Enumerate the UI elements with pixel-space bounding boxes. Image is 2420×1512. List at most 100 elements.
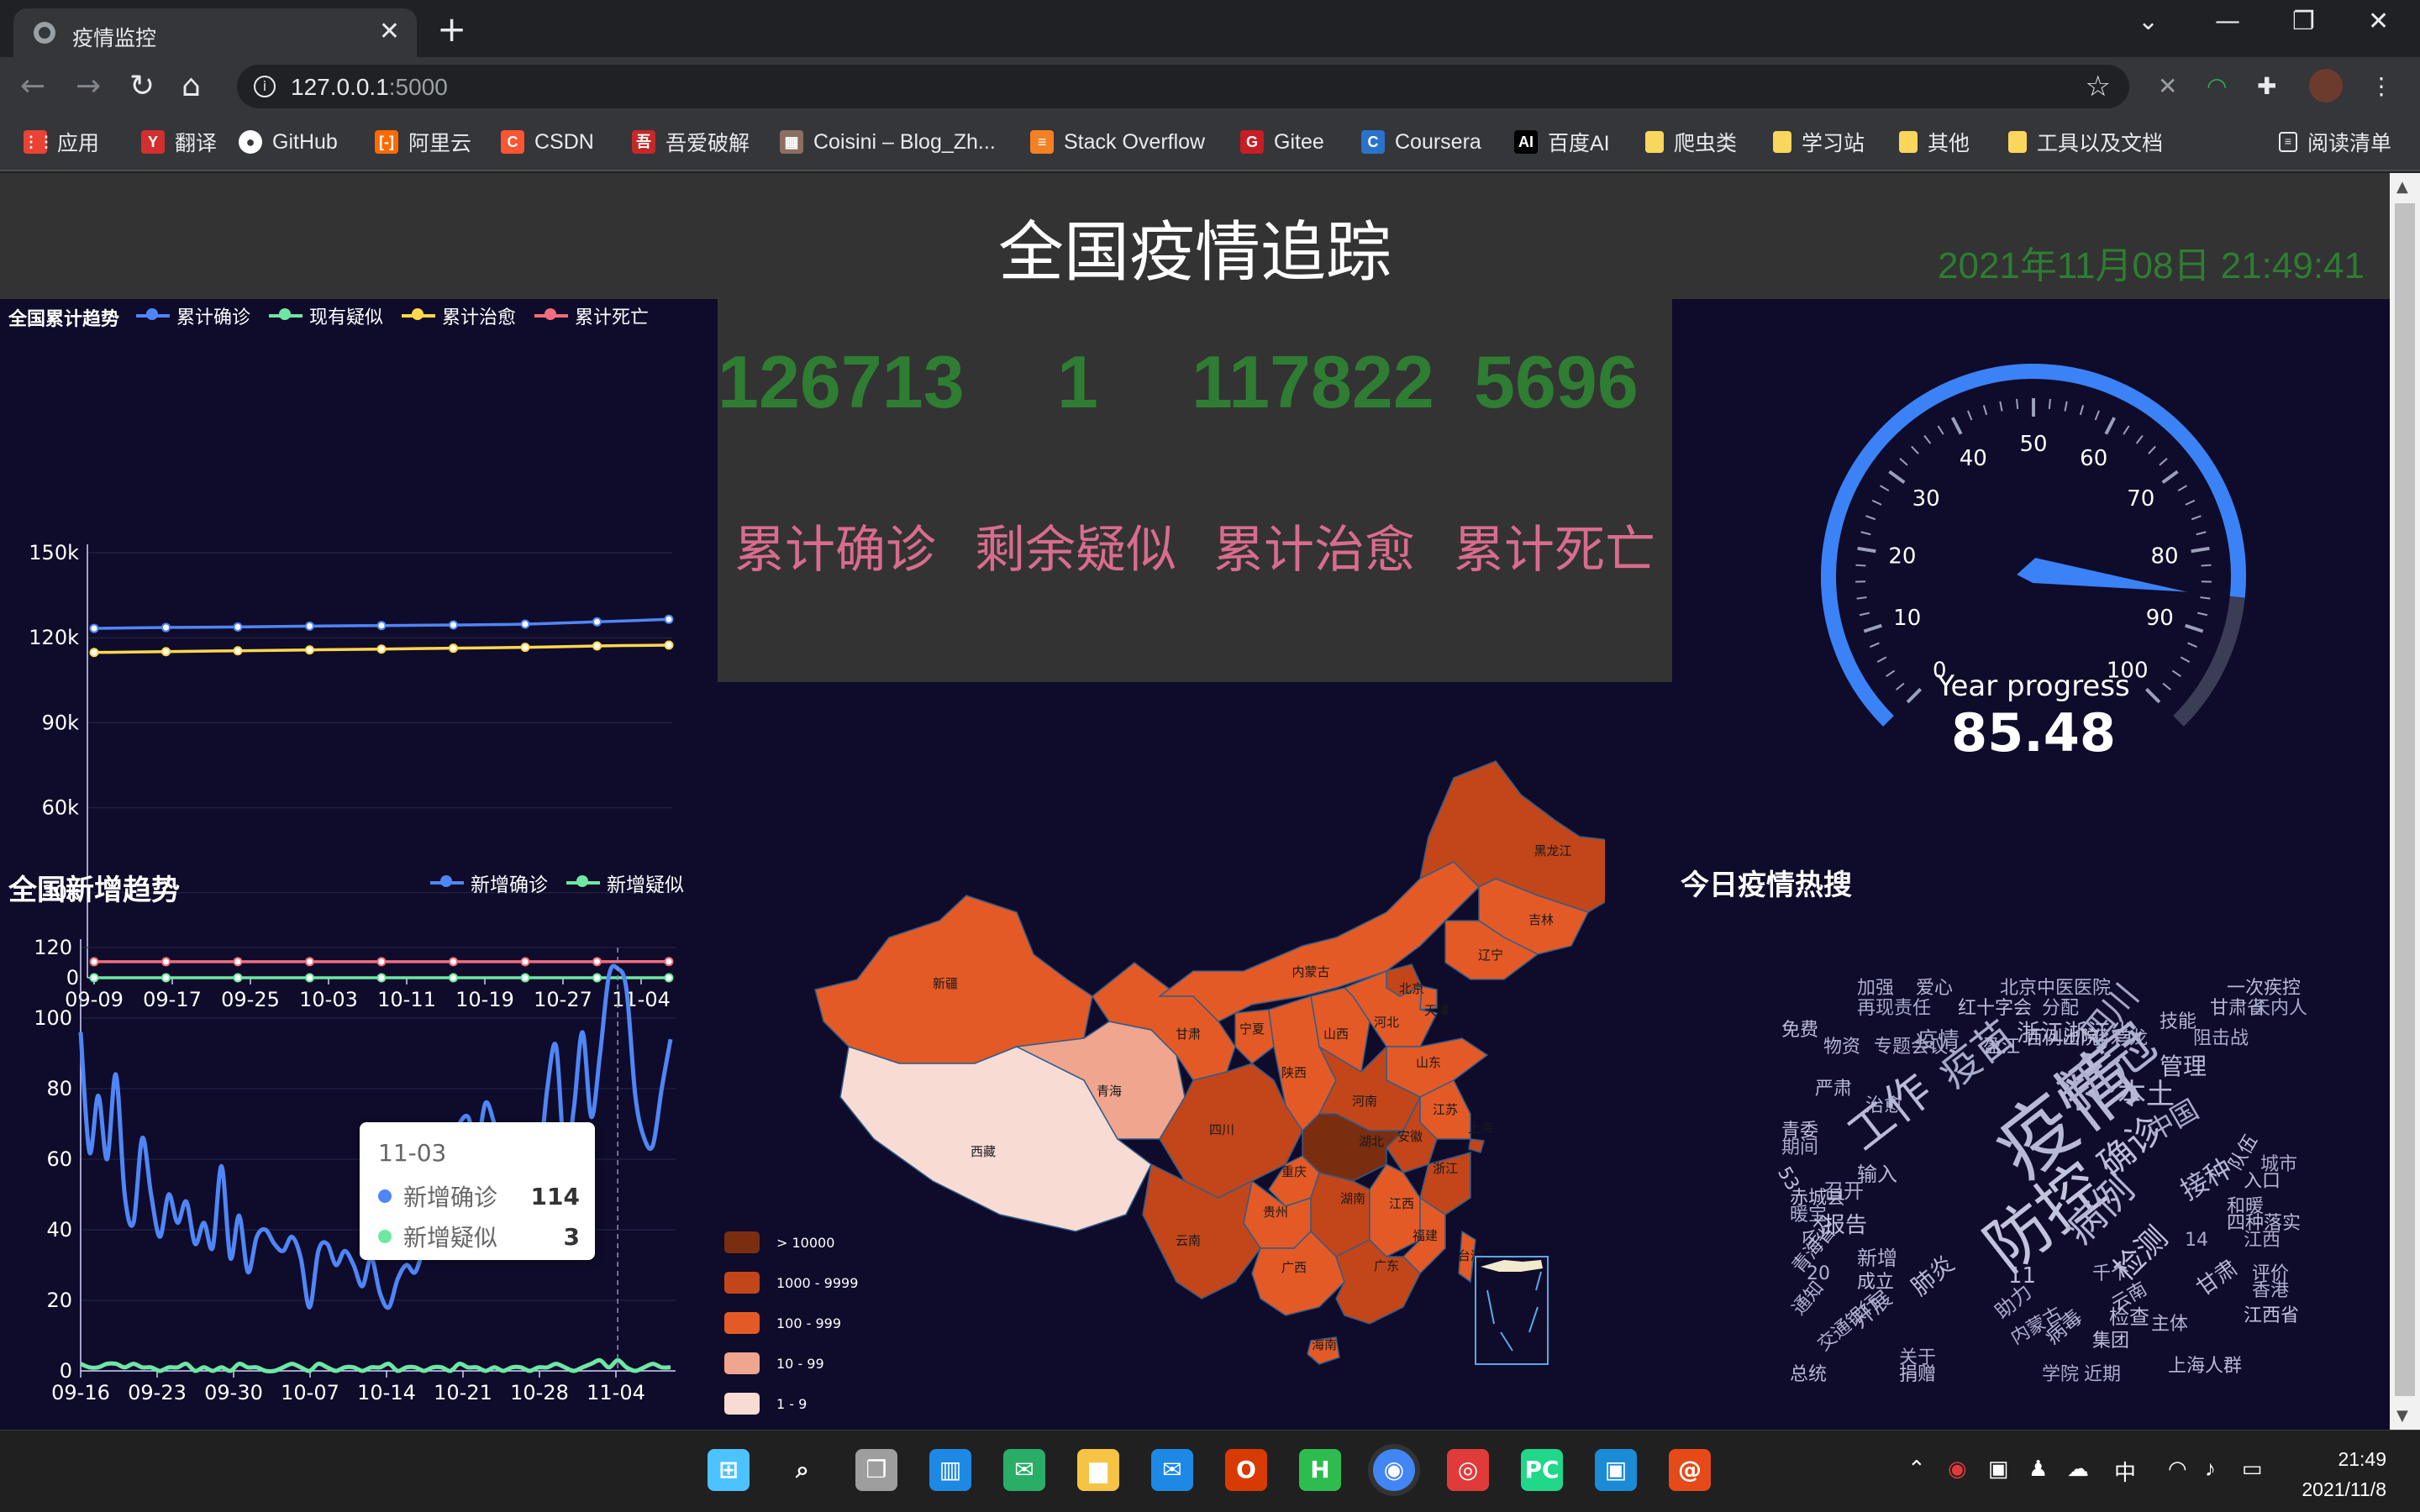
bookmark-item[interactable]: 其他 bbox=[1899, 128, 1970, 156]
translate-icon: Y bbox=[141, 130, 165, 154]
wechat-icon[interactable]: ✉ bbox=[1003, 1449, 1045, 1491]
restore-button[interactable]: ❐ bbox=[2292, 7, 2315, 36]
widgets-icon[interactable]: ▥ bbox=[929, 1449, 971, 1491]
pycharm-icon[interactable]: PC bbox=[1521, 1449, 1563, 1491]
tray-onedrive-icon[interactable]: ☁ bbox=[2067, 1456, 2089, 1482]
y-tick-label: 60 bbox=[46, 1147, 72, 1171]
map-legend-item[interactable]: 100 - 999 bbox=[724, 1312, 841, 1334]
bookmark-item[interactable]: [-] 阿里云 bbox=[375, 128, 471, 156]
tray-overflow-icon[interactable]: ⌃ bbox=[1907, 1456, 1926, 1482]
bookmark-label: 爬虫类 bbox=[1674, 132, 1738, 155]
ime-indicator[interactable]: 中 bbox=[2114, 1456, 2136, 1487]
wifi-icon[interactable]: ◠ bbox=[2168, 1456, 2187, 1482]
bookmark-item[interactable]: ⋮⋮ 应用 bbox=[24, 128, 99, 156]
scrollbar-thumb[interactable] bbox=[2395, 203, 2415, 1396]
new-tab-button[interactable]: + bbox=[437, 8, 466, 50]
wordcloud-term: 期间 bbox=[1781, 1137, 1819, 1158]
site-info-icon[interactable]: i bbox=[254, 76, 276, 97]
taskbar-clock[interactable]: 21:49 2021/11/8 bbox=[2302, 1444, 2386, 1504]
wordcloud-term: 甘肃 bbox=[2191, 1255, 2243, 1301]
home-button[interactable]: ⌂ bbox=[182, 69, 201, 103]
extensions-puzzle-icon[interactable]: ✚ bbox=[2257, 72, 2276, 100]
back-button[interactable]: ← bbox=[20, 69, 45, 103]
minimize-button[interactable]: — bbox=[2215, 7, 2240, 36]
page-scrollbar[interactable]: ▲ ▼ bbox=[2390, 173, 2420, 1430]
forward-button[interactable]: → bbox=[76, 69, 101, 103]
china-epidemic-map[interactable]: 新疆西藏 青海 甘肃 内蒙古 黑龙江吉林辽宁北京天津河北山西 宁夏陕西 山东河南江苏四川湖北… bbox=[798, 744, 1605, 1383]
task-view-icon[interactable]: ❐ bbox=[855, 1449, 897, 1491]
tray-qq-icon[interactable]: ♟ bbox=[2028, 1456, 2048, 1482]
province-label: 西藏 bbox=[971, 1144, 996, 1159]
browser-menu-icon[interactable]: ⋮ bbox=[2370, 72, 2393, 100]
bookmark-item[interactable]: ▦ Coisini – Blog_Zh... bbox=[780, 128, 996, 156]
bookmark-item[interactable]: 学习站 bbox=[1773, 128, 1865, 156]
gauge-major-tick bbox=[2161, 470, 2179, 484]
province-label: 辽宁 bbox=[1478, 948, 1503, 963]
scroll-down-arrow-icon[interactable]: ▼ bbox=[2396, 1407, 2408, 1425]
gauge-major-tick bbox=[1857, 546, 1876, 554]
bookmark-star-icon[interactable]: ☆ bbox=[2086, 70, 2111, 103]
y-tick-label: 20 bbox=[46, 1289, 72, 1312]
browser-tab[interactable]: 疫情监控 ✕ bbox=[13, 8, 417, 57]
gauge-minor-tick bbox=[2159, 458, 2168, 466]
tray-netease-icon[interactable]: ◉ bbox=[1948, 1456, 1967, 1482]
gauge-minor-tick bbox=[1886, 669, 1896, 677]
wordcloud-term: 百例出院 bbox=[2025, 1028, 2100, 1049]
bookmark-item[interactable]: AI 百度AI bbox=[1514, 128, 1610, 156]
bookmark-item[interactable]: ● GitHub bbox=[239, 128, 338, 156]
profile-avatar[interactable] bbox=[2309, 69, 2343, 102]
wordcloud-term: 通知 bbox=[1788, 1277, 1828, 1320]
scroll-up-arrow-icon[interactable]: ▲ bbox=[2396, 178, 2408, 196]
gauge-minor-tick bbox=[1982, 405, 1988, 416]
bookmark-item[interactable]: ≡ Stack Overflow bbox=[1030, 128, 1205, 156]
map-legend-item[interactable]: > 10000 bbox=[724, 1231, 834, 1253]
hbuilder-icon[interactable]: H bbox=[1299, 1449, 1341, 1491]
wordcloud-term: 蒋彩龙 bbox=[2092, 1028, 2149, 1049]
extension-wifi-icon[interactable]: ◠ bbox=[2207, 72, 2227, 100]
bookmark-item[interactable]: C CSDN bbox=[501, 128, 594, 156]
snail-icon[interactable]: @ bbox=[1669, 1449, 1711, 1491]
province-label: 广东 bbox=[1374, 1258, 1399, 1273]
bookmark-item[interactable]: 吾吾爱破解 bbox=[632, 128, 750, 156]
map-legend-item[interactable]: 1000 - 9999 bbox=[724, 1272, 858, 1294]
close-tab-icon[interactable]: ✕ bbox=[379, 17, 400, 46]
mail-icon[interactable]: ✉ bbox=[1151, 1449, 1193, 1491]
wordcloud-term: 捐赠 bbox=[1899, 1364, 1937, 1385]
volume-icon[interactable]: ♪ bbox=[2205, 1456, 2216, 1482]
province-label: 贵州 bbox=[1263, 1205, 1288, 1220]
browser-tab-strip: 疫情监控 ✕ + ⌄ — ❐ ✕ bbox=[0, 0, 2420, 57]
office-icon[interactable]: O bbox=[1225, 1449, 1267, 1491]
battery-icon[interactable]: ▭ bbox=[2242, 1456, 2263, 1482]
bookmark-item[interactable]: 工具以及文档 bbox=[2008, 128, 2163, 156]
virtualbox-icon[interactable]: ▣ bbox=[1595, 1449, 1637, 1491]
address-bar[interactable]: i 127.0.0.1:5000 ☆ bbox=[237, 65, 2129, 108]
start-icon[interactable]: ⊞ bbox=[708, 1449, 750, 1491]
province-label: 吉林 bbox=[1528, 912, 1554, 927]
tab-search-icon[interactable]: ⌄ bbox=[2138, 7, 2159, 36]
gauge-minor-tick bbox=[2201, 564, 2212, 567]
map-legend-item[interactable]: 10 - 99 bbox=[724, 1352, 824, 1374]
reload-button[interactable]: ↻ bbox=[129, 69, 155, 103]
bookmark-item[interactable]: 爬虫类 bbox=[1645, 128, 1737, 156]
netease-music-icon[interactable]: ◎ bbox=[1447, 1449, 1489, 1491]
reading-list-button[interactable]: ≡ 阅读清单 bbox=[2279, 128, 2391, 156]
tray-clipboard-icon[interactable]: ▣ bbox=[1988, 1456, 2009, 1482]
wordcloud-term: 盈江 bbox=[1983, 1037, 2021, 1058]
bookmark-label: 阿里云 bbox=[408, 132, 472, 155]
file-explorer-icon[interactable]: ▆ bbox=[1077, 1449, 1119, 1491]
tooltip-value: 114 bbox=[530, 1182, 580, 1210]
bookmark-item[interactable]: C Coursera bbox=[1361, 128, 1481, 156]
bookmark-item[interactable]: G Gitee bbox=[1240, 128, 1324, 156]
gauge-major-tick bbox=[2104, 417, 2117, 435]
chrome-icon[interactable]: ◉ bbox=[1373, 1449, 1415, 1491]
extension-x-icon[interactable]: ✕ bbox=[2158, 72, 2177, 100]
province-label: 北京 bbox=[1399, 981, 1424, 996]
close-window-button[interactable]: ✕ bbox=[2368, 7, 2389, 36]
province-label: 甘肃 bbox=[1176, 1026, 1201, 1042]
search-icon[interactable]: ⌕ bbox=[781, 1449, 823, 1491]
wordcloud-term: 北京中医医院 bbox=[2000, 978, 2112, 999]
bookmark-item[interactable]: Y 翻译 bbox=[141, 128, 217, 156]
map-legend-item[interactable]: 1 - 9 bbox=[724, 1393, 807, 1415]
wordcloud-term: 千个 bbox=[2092, 1263, 2130, 1284]
gauge-minor-tick bbox=[2191, 515, 2202, 521]
